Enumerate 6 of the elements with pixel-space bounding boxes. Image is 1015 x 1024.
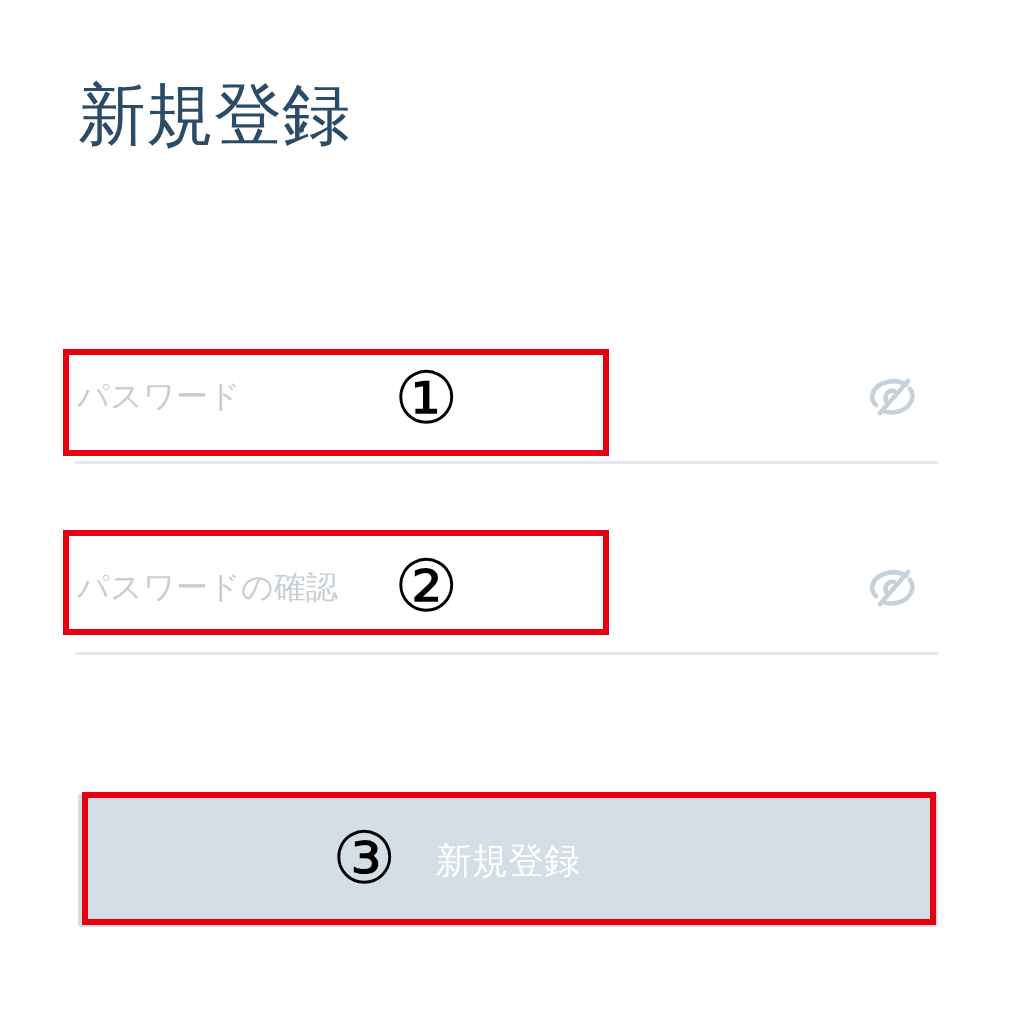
step-number: ① [394, 362, 459, 434]
step-number: ② [394, 550, 459, 622]
eye-slash-icon[interactable] [868, 377, 916, 417]
step-number: ③ [332, 822, 397, 894]
eye-slash-icon[interactable] [868, 568, 916, 608]
page-title: 新規登録 [78, 80, 350, 148]
